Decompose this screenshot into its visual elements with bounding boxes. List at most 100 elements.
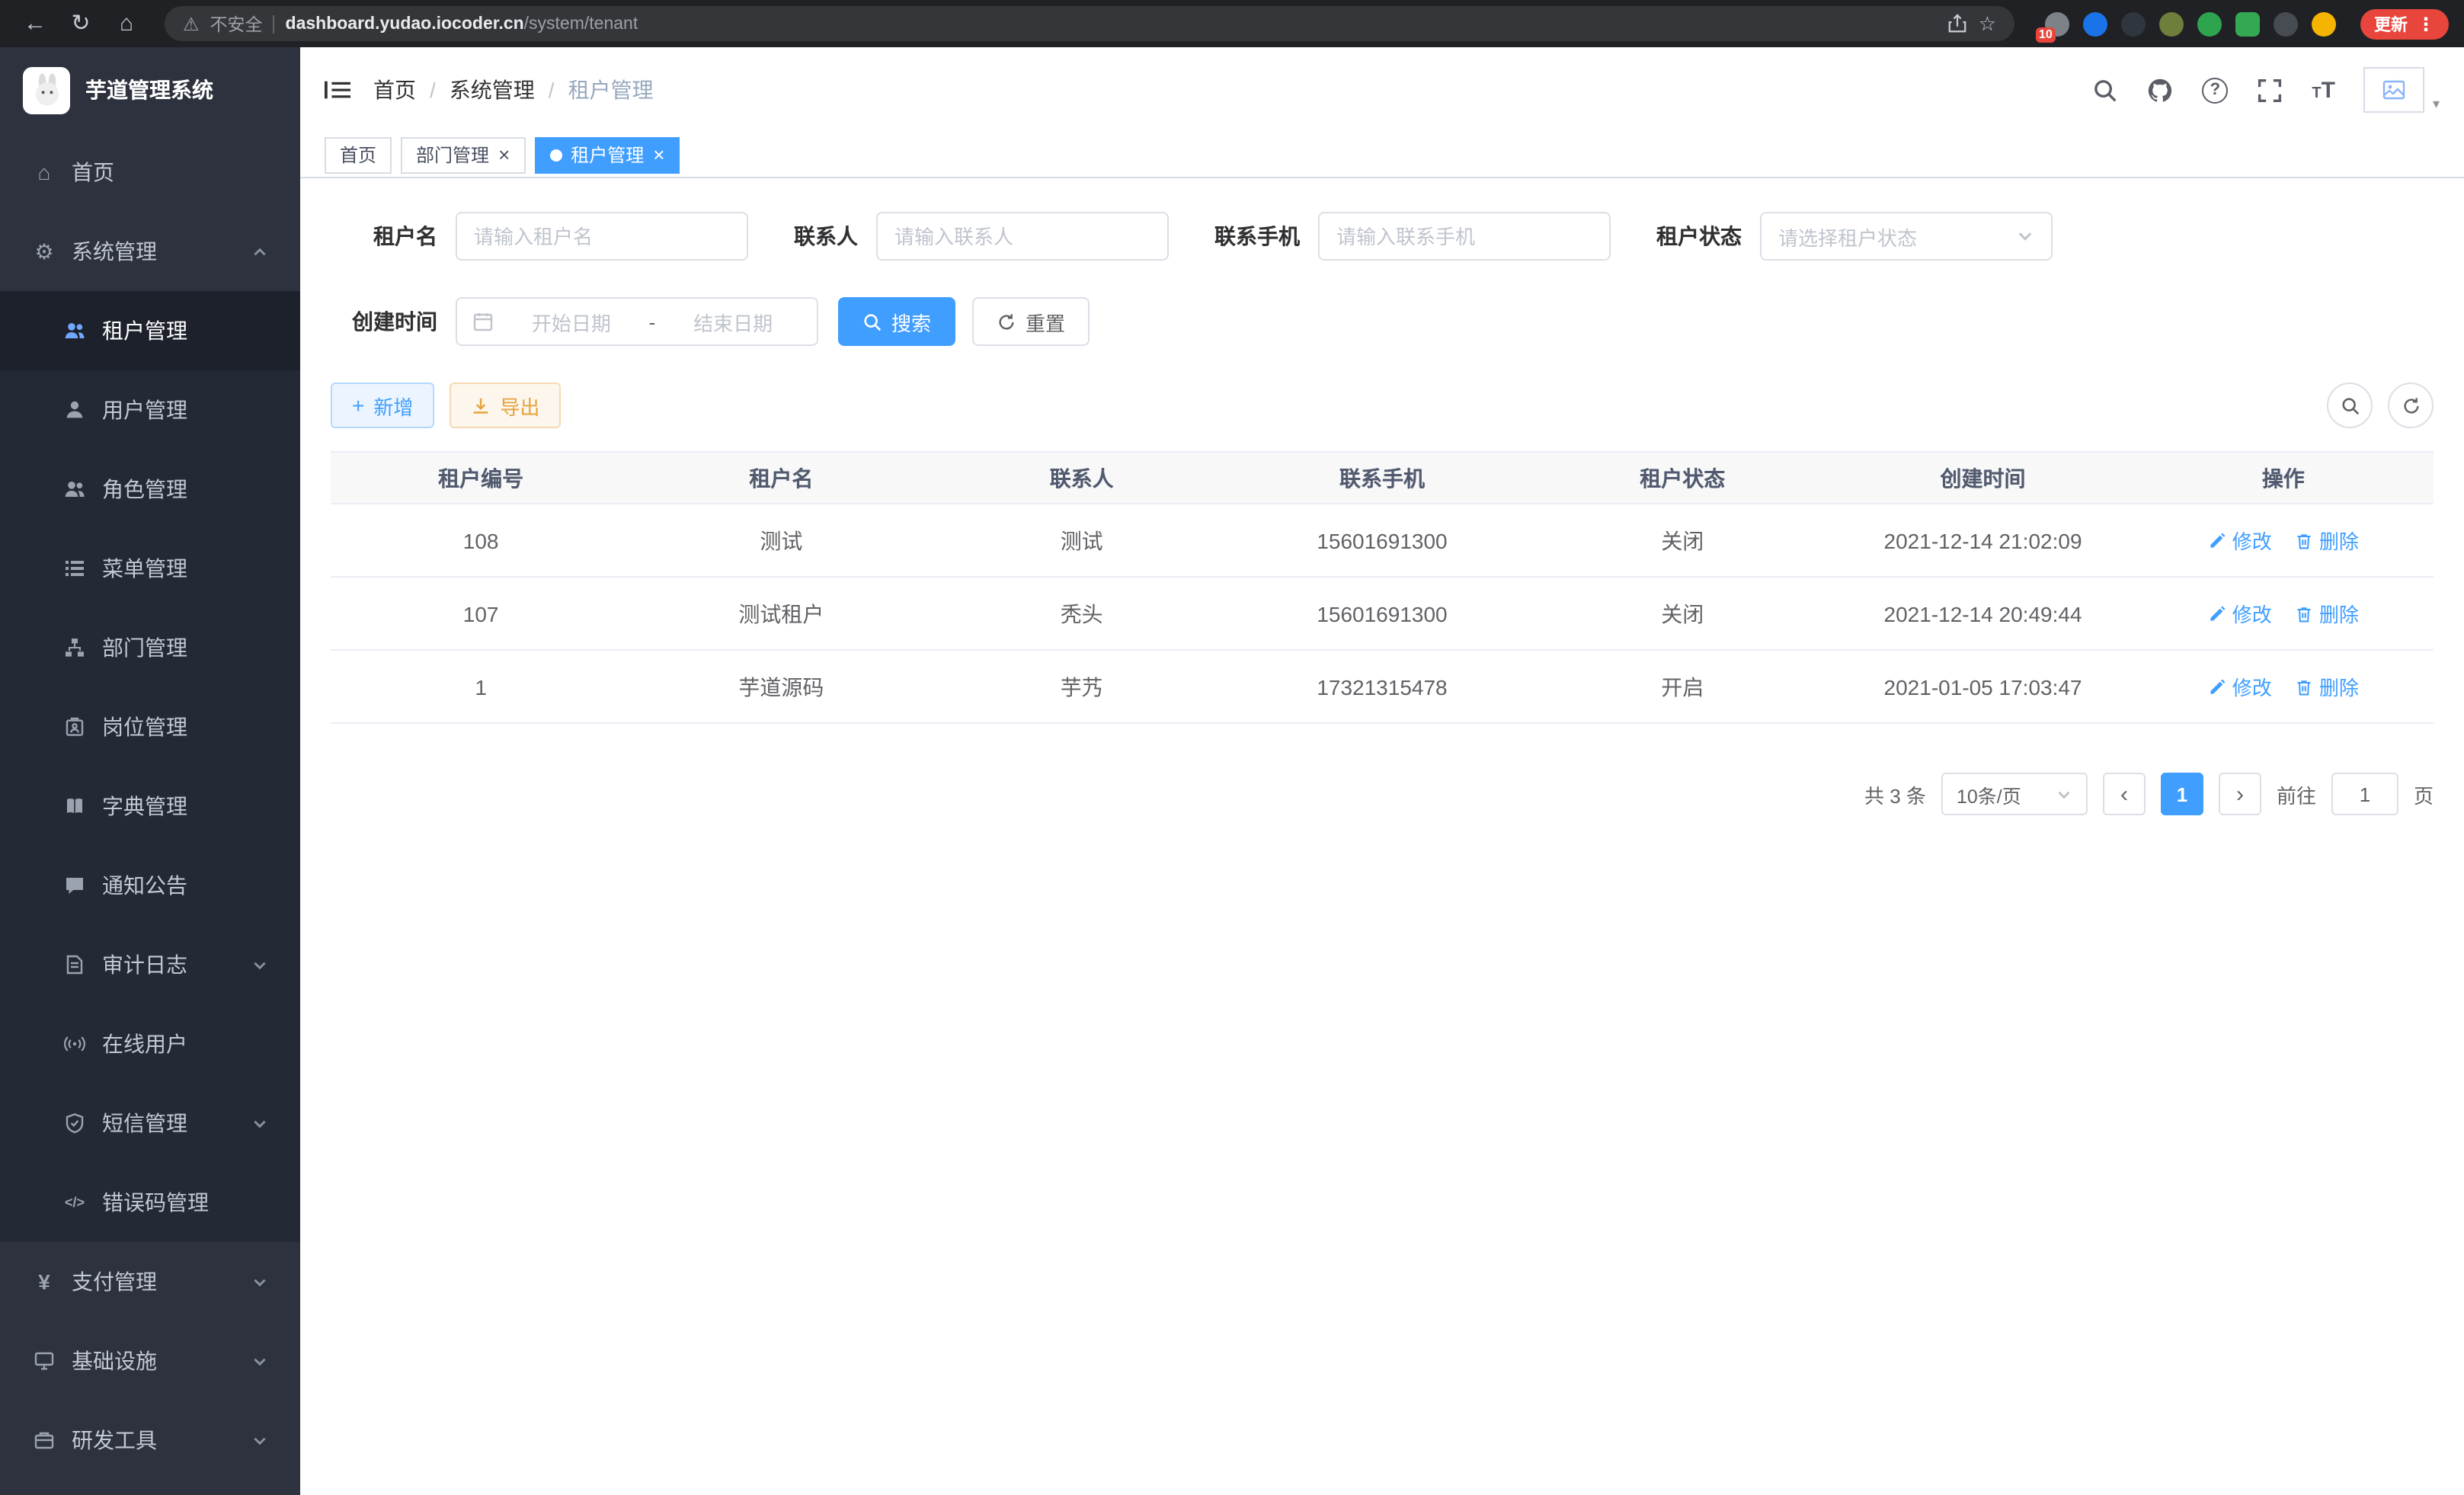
search-icon[interactable] [2092,77,2118,103]
date-range-picker[interactable]: 开始日期 - 结束日期 [456,297,818,346]
reset-button[interactable]: 重置 [972,297,1090,346]
edit-link[interactable]: 修改 [2208,672,2272,701]
page-unit-label: 页 [2414,780,2434,808]
sidebar-item-payment[interactable]: ¥ 支付管理 [0,1242,300,1321]
extension-icon-7[interactable] [2274,11,2298,36]
briefcase-icon [32,1428,56,1452]
refresh-icon [2401,395,2421,415]
phone-label: 联系手机 [1214,221,1300,251]
home-icon: ⌂ [32,160,56,184]
github-icon[interactable] [2147,77,2173,103]
signal-icon [62,1032,87,1056]
sidebar-item-role[interactable]: 角色管理 [0,450,300,529]
back-icon[interactable]: ← [15,12,55,35]
add-button[interactable]: + 新增 [331,383,434,428]
prev-page-button[interactable]: ‹ [2103,773,2146,815]
start-date-placeholder[interactable]: 开始日期 [503,307,640,336]
url-text[interactable]: dashboard.yudao.iocoder.cn/system/tenant [286,14,638,33]
page-size-select[interactable]: 10条/页 [1941,773,2088,815]
goto-page-input[interactable] [2331,773,2398,815]
extension-icon-4[interactable] [2159,11,2184,36]
app-title: 芋道管理系统 [85,75,213,105]
sidebar-item-dict[interactable]: 字典管理 [0,767,300,846]
export-button[interactable]: 导出 [450,383,561,428]
tenant-name-input[interactable] [456,212,748,261]
sidebar-item-infrastructure[interactable]: 基础设施 [0,1321,300,1401]
security-label[interactable]: 不安全 [210,11,263,36]
bookmark-star-icon[interactable]: ☆ [1979,11,1996,36]
sidebar-item-tenant[interactable]: 租户管理 [0,291,300,370]
delete-link[interactable]: 删除 [2295,599,2359,628]
table-row: 1 芋道源码 芋艿 17321315478 开启 2021-01-05 17:0… [331,651,2434,724]
close-icon[interactable]: × [498,145,510,165]
user-avatar[interactable]: ▾ [2364,67,2440,113]
help-icon[interactable]: ? [2202,77,2228,103]
close-icon[interactable]: × [653,145,664,165]
monitor-icon [32,1349,56,1373]
extension-icon-5[interactable] [2197,11,2222,36]
refresh-table-button[interactable] [2388,383,2434,428]
extension-icon-6[interactable] [2235,11,2260,36]
warning-icon: ⚠ [183,13,200,34]
next-page-button[interactable]: › [2219,773,2261,815]
extension-badge: 10 [2036,27,2056,42]
sidebar-item-error-code[interactable]: </> 错误码管理 [0,1163,300,1242]
delete-link[interactable]: 删除 [2295,672,2359,701]
breadcrumb-system: 系统管理 [450,75,535,105]
breadcrumb-current: 租户管理 [568,75,654,105]
refresh-icon[interactable]: ↻ [61,12,101,35]
share-icon[interactable] [1948,14,1968,34]
breadcrumb-home[interactable]: 首页 [373,75,416,105]
browser-update-button[interactable]: 更新⋮ [2360,8,2449,39]
users-icon [62,477,87,501]
calendar-icon [472,311,494,332]
sidebar-item-dept[interactable]: 部门管理 [0,608,300,687]
extension-icon-1[interactable]: 10 [2045,11,2069,36]
contact-input[interactable] [876,212,1169,261]
chevron-down-icon [2056,786,2072,802]
sidebar-item-notice[interactable]: 通知公告 [0,846,300,925]
toggle-search-button[interactable] [2327,383,2373,428]
goto-label: 前往 [2277,780,2316,808]
edit-link[interactable]: 修改 [2208,599,2272,628]
tab-dept[interactable]: 部门管理 × [401,136,525,173]
sidebar-item-online-user[interactable]: 在线用户 [0,1004,300,1084]
url-bar[interactable]: ⚠ 不安全 dashboard.yudao.iocoder.cn/system/… [165,6,2014,41]
fullscreen-icon[interactable] [2257,77,2283,103]
sidebar-item-post[interactable]: 岗位管理 [0,687,300,767]
sidebar-item-audit-log[interactable]: 审计日志 [0,925,300,1004]
search-icon [862,312,882,331]
sidebar-fold-icon[interactable] [325,79,350,101]
tenant-table: 租户编号 租户名 联系人 联系手机 租户状态 创建时间 操作 108 测试 测试… [331,451,2434,724]
edit-link[interactable]: 修改 [2208,526,2272,555]
search-button[interactable]: 搜索 [838,297,955,346]
extensions-row: 10 [2045,11,2336,36]
tab-home[interactable]: 首页 [325,136,392,173]
chevron-down-icon [251,1115,268,1132]
sidebar-item-user[interactable]: 用户管理 [0,370,300,450]
edit-icon [2208,531,2226,549]
phone-input[interactable] [1318,212,1611,261]
org-tree-icon [62,635,87,660]
sidebar-item-dev-tools[interactable]: 研发工具 [0,1401,300,1480]
font-size-icon[interactable]: TT [2312,77,2335,103]
sidebar-item-system[interactable]: ⚙ 系统管理 [0,212,300,291]
extension-icon-2[interactable] [2083,11,2107,36]
current-page[interactable]: 1 [2161,773,2203,815]
extension-icon-3[interactable] [2121,11,2146,36]
broken-image-icon [2364,67,2425,113]
chevron-down-icon [251,1432,268,1449]
sidebar-item-menu[interactable]: 菜单管理 [0,529,300,608]
status-select[interactable]: 请选择租户状态 [1760,212,2053,261]
trash-icon [2295,604,2313,623]
extension-icon-8[interactable] [2312,11,2336,36]
page: ← ↻ ⌂ ⚠ 不安全 dashboard.yudao.iocoder.cn/s… [0,0,2464,1495]
home-icon[interactable]: ⌂ [107,12,146,35]
sidebar-item-home[interactable]: ⌂ 首页 [0,133,300,212]
tab-tenant[interactable]: 租户管理 × [534,136,680,173]
sidebar-item-sms[interactable]: 短信管理 [0,1084,300,1163]
trash-icon [2295,677,2313,696]
end-date-placeholder[interactable]: 结束日期 [664,307,802,336]
code-icon: </> [62,1190,87,1215]
delete-link[interactable]: 删除 [2295,526,2359,555]
